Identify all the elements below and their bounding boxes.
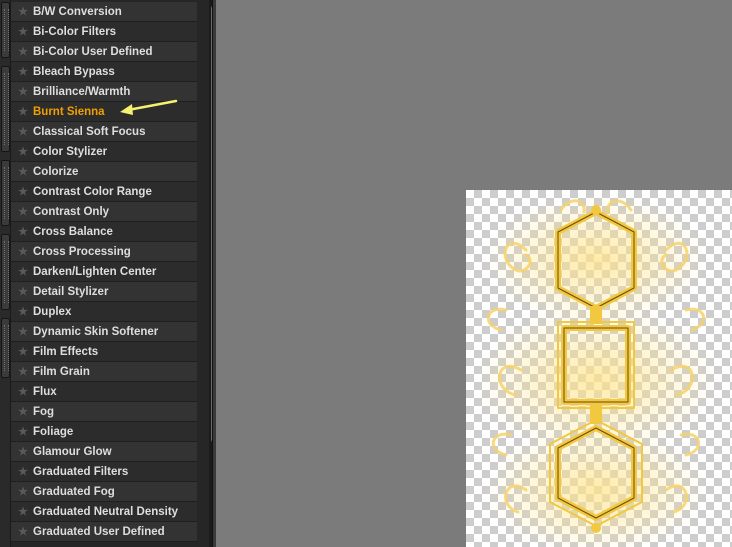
star-icon[interactable]: ★ [17,282,29,302]
filter-item[interactable]: ★ Bleach Bypass [11,62,197,82]
filter-item[interactable]: ★ Darken/Lighten Center [11,262,197,282]
star-icon[interactable]: ★ [17,522,29,542]
filter-item-label: Film Effects [33,346,99,358]
filter-item-label: Film Grain [33,366,90,378]
star-icon[interactable]: ★ [17,202,29,222]
filter-item-label: Dynamic Skin Softener [33,326,159,338]
filter-item-label: Contrast Only [33,206,110,218]
filter-item[interactable]: ★ Bi-Color Filters [11,22,197,42]
star-icon[interactable]: ★ [17,122,29,142]
filter-item-label: Foliage [33,426,74,438]
star-icon[interactable]: ★ [17,382,29,402]
filter-item[interactable]: ★ Fog [11,402,197,422]
filter-item[interactable]: ★ Contrast Color Range [11,182,197,202]
filter-item[interactable]: ★ Film Grain [11,362,197,382]
filter-item-label: Duplex [33,306,72,318]
star-icon[interactable]: ★ [17,182,29,202]
star-icon[interactable]: ★ [17,302,29,322]
star-icon[interactable]: ★ [17,222,29,242]
filter-item-label: Colorize [33,166,79,178]
star-icon[interactable]: ★ [17,482,29,502]
filter-item[interactable]: ★ Duplex [11,302,197,322]
filter-item-label: Graduated Filters [33,466,129,478]
ornament-frames-image [476,195,716,547]
filter-item-label: B/W Conversion [33,6,122,18]
filter-item-label: Graduated Fog [33,486,115,498]
filter-item-label: Cross Processing [33,246,131,258]
filter-item-label: Burnt Sienna [33,106,105,118]
star-icon[interactable]: ★ [17,142,29,162]
star-icon[interactable]: ★ [17,502,29,522]
side-tab-1[interactable] [1,2,10,58]
filter-item-label: Bi-Color User Defined [33,46,153,58]
star-icon[interactable]: ★ [17,262,29,282]
star-icon[interactable]: ★ [17,362,29,382]
filter-item[interactable]: ★ Colorize [11,162,197,182]
filter-item[interactable]: ★ B/W Conversion [11,2,197,22]
filter-item[interactable]: ★ Graduated Fog [11,482,197,502]
filter-item-label: Classical Soft Focus [33,126,146,138]
star-icon[interactable]: ★ [17,422,29,442]
star-icon[interactable]: ★ [17,442,29,462]
filter-item[interactable]: ★ Flux [11,382,197,402]
filter-item-label: Flux [33,386,57,398]
filter-item[interactable]: ★ Cross Balance [11,222,197,242]
star-icon[interactable]: ★ [17,402,29,422]
filter-item[interactable]: ★ Bi-Color User Defined [11,42,197,62]
filter-item-label: Darken/Lighten Center [33,266,157,278]
filter-item-label: Glamour Glow [33,446,112,458]
star-icon[interactable]: ★ [17,462,29,482]
canvas-area [216,0,732,547]
filter-item[interactable]: ★ Cross Processing [11,242,197,262]
app-window: ★ B/W Conversion ★ Bi-Color Filters ★ Bi-Colo… [0,0,732,547]
filter-item[interactable]: ★ Contrast Only [11,202,197,222]
filter-item[interactable]: ★ Color Stylizer [11,142,197,162]
star-icon[interactable]: ★ [17,42,29,62]
star-icon[interactable]: ★ [17,242,29,262]
arrow-left-icon [120,99,178,115]
filter-item-label: Detail Stylizer [33,286,109,298]
filter-item[interactable]: ★ Glamour Glow [11,442,197,462]
side-tab-5[interactable] [1,318,10,378]
side-tab-3[interactable] [1,160,10,226]
filter-item[interactable]: ★ Graduated Neutral Density [11,502,197,522]
star-icon[interactable]: ★ [17,342,29,362]
filter-item-label: Bi-Color Filters [33,26,117,38]
filter-item[interactable]: ★ Graduated Filters [11,462,197,482]
filter-item[interactable]: ★ Detail Stylizer [11,282,197,302]
star-icon[interactable]: ★ [17,62,29,82]
side-tab-2[interactable] [1,66,10,152]
filter-item[interactable]: ★ Dynamic Skin Softener [11,322,197,342]
filter-item-label: Contrast Color Range [33,186,152,198]
side-tab-4[interactable] [1,234,10,310]
filter-list: ★ B/W Conversion ★ Bi-Color Filters ★ Bi-Colo… [11,2,197,542]
image-canvas[interactable] [466,190,732,547]
filter-list-panel: ★ B/W Conversion ★ Bi-Color Filters ★ Bi-Colo… [11,0,212,547]
star-icon[interactable]: ★ [17,102,29,122]
filter-item-label: Fog [33,406,55,418]
filter-item-label: Graduated User Defined [33,526,165,538]
filter-item-label: Bleach Bypass [33,66,115,78]
star-icon[interactable]: ★ [17,2,29,22]
filter-item-label: Graduated Neutral Density [33,506,179,518]
star-icon[interactable]: ★ [17,22,29,42]
star-icon[interactable]: ★ [17,322,29,342]
side-tab-strip [0,0,11,547]
filter-item[interactable]: ★ Graduated User Defined [11,522,197,542]
filter-item-label: Color Stylizer [33,146,108,158]
filter-item[interactable]: ★ Film Effects [11,342,197,362]
star-icon[interactable]: ★ [17,162,29,182]
filter-item-label: Cross Balance [33,226,113,238]
filter-item[interactable]: ★ Foliage [11,422,197,442]
filter-item[interactable]: ★ Classical Soft Focus [11,122,197,142]
filter-item-label: Brilliance/Warmth [33,86,131,98]
star-icon[interactable]: ★ [17,82,29,102]
